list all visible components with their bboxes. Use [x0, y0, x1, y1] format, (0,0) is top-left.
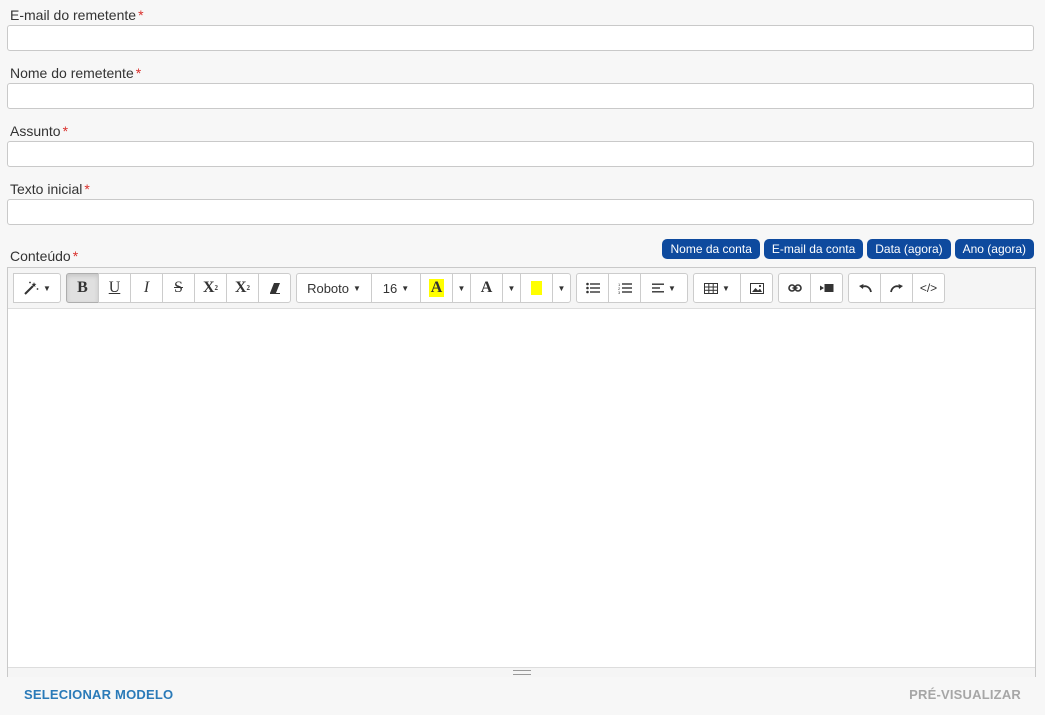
- required-marker: *: [72, 248, 79, 264]
- font-color-button[interactable]: A: [470, 273, 503, 303]
- insert-group: ▼: [693, 273, 773, 303]
- text-highlight-dropdown[interactable]: ▼: [452, 273, 471, 303]
- strikethrough-button[interactable]: S: [162, 273, 195, 303]
- paragraph-group: 123 ▼: [576, 273, 688, 303]
- history-group: </>: [848, 273, 945, 303]
- chevron-down-icon: ▼: [557, 283, 566, 293]
- select-template-button[interactable]: SELECIONAR MODELO: [24, 687, 173, 702]
- bullet-list-icon: [585, 282, 600, 294]
- grip-icon: [512, 670, 531, 675]
- sender-name-label-text: Nome do remetente: [10, 65, 134, 81]
- required-marker: *: [84, 181, 90, 197]
- content-label: Conteúdo *: [10, 248, 78, 264]
- insert-account-email-button[interactable]: E-mail da conta: [763, 239, 864, 259]
- eraser-icon: [269, 282, 281, 294]
- redo-icon: [889, 283, 904, 293]
- clear-format-button[interactable]: [258, 273, 291, 303]
- background-color-button[interactable]: [520, 273, 553, 303]
- chevron-down-icon: ▼: [507, 283, 516, 293]
- sender-email-label-text: E-mail do remetente: [10, 7, 137, 23]
- font-name-value: Roboto: [307, 280, 349, 296]
- color-swatch-icon: [531, 281, 542, 295]
- insert-link-button[interactable]: [778, 273, 811, 303]
- intro-text-input[interactable]: [7, 199, 1034, 225]
- insert-year-now-button[interactable]: Ano (agora): [954, 239, 1034, 259]
- bold-icon: B: [77, 279, 88, 296]
- insert-picture-button[interactable]: [740, 273, 773, 303]
- chevron-down-icon: ▼: [668, 283, 676, 293]
- font-size-dropdown[interactable]: 16 ▼: [371, 273, 421, 303]
- undo-button[interactable]: [848, 273, 881, 303]
- sender-name-label: Nome do remetente *: [10, 65, 141, 81]
- chevron-down-icon: ▼: [457, 283, 466, 293]
- sender-email-input[interactable]: [7, 25, 1034, 51]
- table-icon: [704, 282, 719, 294]
- table-dropdown[interactable]: ▼: [693, 273, 741, 303]
- media-group: [778, 273, 843, 303]
- preview-button[interactable]: PRÉ-VISUALIZAR: [909, 687, 1021, 702]
- superscript-icon: X: [202, 279, 215, 296]
- magic-style-button[interactable]: ▼: [13, 273, 61, 303]
- intro-text-label-text: Texto inicial: [10, 181, 83, 197]
- required-marker: *: [62, 123, 69, 139]
- underline-icon: U: [108, 279, 121, 296]
- italic-icon: I: [143, 279, 150, 296]
- text-highlight-button[interactable]: A: [420, 273, 453, 303]
- variable-buttons: Nome da conta E-mail da conta Data (agor…: [662, 239, 1034, 259]
- style-group: ▼: [13, 273, 61, 303]
- svg-text:3: 3: [618, 290, 621, 294]
- code-icon: </>: [919, 281, 938, 295]
- numbered-list-icon: 123: [618, 282, 632, 294]
- italic-button[interactable]: I: [130, 273, 163, 303]
- video-icon: [819, 283, 834, 293]
- font-style-group: B U I S X2 X2: [66, 273, 291, 303]
- subscript-icon: X: [234, 279, 247, 296]
- insert-account-name-button[interactable]: Nome da conta: [662, 239, 760, 259]
- undo-icon: [858, 283, 872, 293]
- subscript-button[interactable]: X2: [226, 273, 259, 303]
- link-icon: [787, 284, 802, 292]
- font-color-icon: A: [480, 279, 493, 296]
- superscript-button[interactable]: X2: [194, 273, 227, 303]
- subject-label: Assunto *: [10, 123, 68, 139]
- chevron-down-icon: ▼: [43, 283, 51, 293]
- chevron-down-icon: ▼: [401, 283, 410, 293]
- font-color-dropdown[interactable]: ▼: [502, 273, 521, 303]
- chevron-down-icon: ▼: [722, 283, 730, 293]
- required-marker: *: [135, 65, 142, 81]
- text-highlight-icon: A: [428, 279, 445, 297]
- insert-date-now-button[interactable]: Data (agora): [867, 239, 951, 259]
- sender-name-input[interactable]: [7, 83, 1034, 109]
- insert-video-button[interactable]: [810, 273, 843, 303]
- subject-input[interactable]: [7, 141, 1034, 167]
- strikethrough-icon: S: [174, 279, 183, 296]
- bold-button[interactable]: B: [66, 273, 99, 303]
- redo-button[interactable]: [880, 273, 913, 303]
- underline-button[interactable]: U: [98, 273, 131, 303]
- editor-resize-handle[interactable]: [8, 667, 1035, 677]
- font-size-value: 16: [382, 280, 398, 296]
- unordered-list-button[interactable]: [576, 273, 609, 303]
- rich-text-editor: ▼ B U I S X2 X2 Roboto ▼ 16 ▼ A ▼ A ▼ ▼ …: [7, 267, 1036, 677]
- code-view-button[interactable]: </>: [912, 273, 945, 303]
- content-edit-area[interactable]: [8, 309, 1035, 667]
- editor-toolbar: ▼ B U I S X2 X2 Roboto ▼ 16 ▼ A ▼ A ▼ ▼ …: [8, 268, 1035, 309]
- background-color-dropdown[interactable]: ▼: [552, 273, 571, 303]
- chevron-down-icon: ▼: [353, 283, 361, 293]
- font-name-dropdown[interactable]: Roboto ▼: [296, 273, 372, 303]
- required-marker: *: [138, 7, 144, 23]
- ordered-list-button[interactable]: 123: [608, 273, 641, 303]
- align-left-icon: [652, 283, 665, 293]
- font-group: Roboto ▼ 16 ▼ A ▼ A ▼ ▼: [296, 273, 571, 303]
- magic-wand-icon: [23, 281, 39, 295]
- sender-email-label: E-mail do remetente *: [10, 7, 144, 23]
- intro-text-label: Texto inicial *: [10, 181, 90, 197]
- subject-label-text: Assunto: [10, 123, 61, 139]
- content-label-text: Conteúdo: [10, 248, 71, 264]
- picture-icon: [749, 282, 764, 294]
- paragraph-align-dropdown[interactable]: ▼: [640, 273, 688, 303]
